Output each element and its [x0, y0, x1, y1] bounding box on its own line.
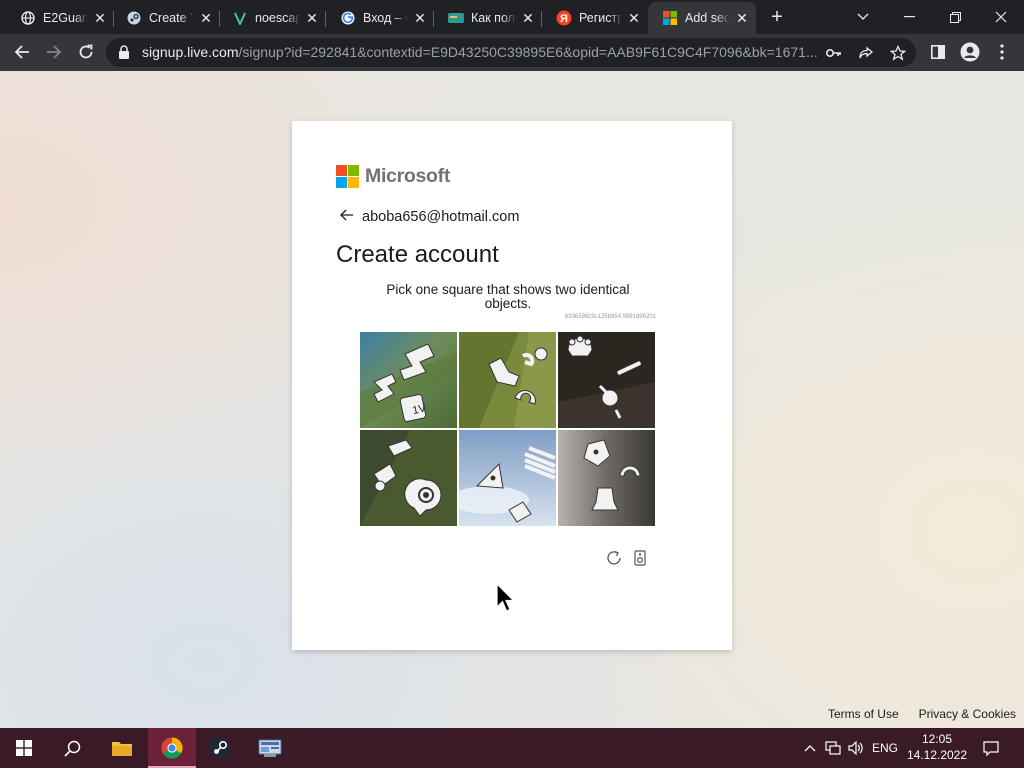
menu-kebab-icon[interactable]	[988, 38, 1016, 66]
volume-icon[interactable]	[846, 728, 866, 768]
taskbar-clock[interactable]: 12:05 14.12.2022	[902, 731, 972, 763]
tab-2[interactable]: Create Your Account ✕	[112, 2, 220, 34]
forward-button[interactable]	[40, 38, 68, 66]
v-icon	[232, 10, 248, 26]
mouse-cursor-icon	[496, 582, 516, 615]
lock-icon[interactable]	[118, 45, 132, 59]
close-tab-icon[interactable]: ✕	[304, 10, 320, 26]
url-host: signup.live.com	[142, 44, 239, 60]
tab-title: E2Guardian	[43, 11, 88, 25]
back-button[interactable]	[8, 38, 36, 66]
back-arrow-icon[interactable]	[340, 208, 354, 225]
captcha-tile-1[interactable]: 1V	[360, 332, 457, 428]
tab-1[interactable]: E2Guardian ✕	[6, 2, 114, 34]
close-tab-icon[interactable]: ✕	[734, 10, 750, 26]
app-taskbar-button[interactable]	[246, 728, 294, 768]
captcha-tile-5[interactable]	[459, 430, 556, 526]
chrome-icon	[161, 737, 183, 759]
profile-avatar-icon[interactable]	[956, 38, 984, 66]
audio-captcha-icon[interactable]	[630, 548, 650, 568]
file-explorer-button[interactable]	[98, 728, 146, 768]
terms-of-use-link[interactable]: Terms of Use	[828, 707, 899, 721]
back-to-email[interactable]: aboba656@hotmail.com	[340, 208, 519, 225]
side-panel-icon[interactable]	[924, 38, 952, 66]
captcha-tile-4[interactable]	[360, 430, 457, 526]
tab-7-active[interactable]: Add security info ✕	[648, 2, 756, 34]
start-button[interactable]	[0, 728, 48, 768]
close-tab-icon[interactable]: ✕	[626, 10, 642, 26]
captcha-prompt: Pick one square that shows two identical…	[386, 282, 630, 311]
tab-title: Регистрация	[579, 11, 622, 25]
chrome-taskbar-button[interactable]	[148, 728, 196, 768]
signup-card: Microsoft aboba656@hotmail.com Create ac…	[292, 121, 732, 650]
tab-title: noescape	[255, 11, 300, 25]
captcha-tile-3[interactable]	[558, 332, 655, 428]
close-tab-icon[interactable]: ✕	[520, 10, 536, 26]
windows-taskbar: ENG 12:05 14.12.2022	[0, 728, 1024, 768]
address-bar[interactable]: signup.live.com/signup?id=292841&context…	[106, 38, 916, 67]
tab-4[interactable]: Вход – Google ✕	[326, 2, 434, 34]
close-tab-icon[interactable]: ✕	[412, 10, 428, 26]
microsoft-wordmark: Microsoft	[365, 165, 451, 187]
captcha-puzzle: Pick one square that shows two identical…	[360, 283, 656, 526]
tab-5[interactable]: Как получить ✕	[434, 2, 542, 34]
key-icon[interactable]	[824, 43, 844, 63]
browser-toolbar: signup.live.com/signup?id=292841&context…	[0, 34, 1024, 71]
tab-3[interactable]: noescape ✕	[218, 2, 326, 34]
captcha-tile-6[interactable]	[558, 430, 655, 526]
tab-title: Create Your Account	[149, 11, 194, 25]
minimize-button[interactable]	[886, 0, 932, 34]
microsoft-icon	[662, 10, 678, 26]
bookmark-star-icon[interactable]	[888, 43, 908, 63]
restore-button[interactable]	[932, 0, 978, 34]
tray-overflow-chevron-icon[interactable]	[800, 728, 820, 768]
input-language[interactable]: ENG	[868, 728, 902, 768]
tab-6[interactable]: Я Регистрация ✕	[542, 2, 648, 34]
clock-date: 14.12.2022	[906, 748, 968, 762]
tab-title: Вход – Google	[363, 11, 408, 25]
card-icon	[448, 10, 464, 26]
tab-search-icon[interactable]	[840, 0, 886, 34]
url-text[interactable]: signup.live.com/signup?id=292841&context…	[142, 44, 818, 60]
globe-icon	[20, 10, 36, 26]
reload-button[interactable]	[72, 38, 100, 66]
folder-icon	[112, 742, 132, 756]
close-tab-icon[interactable]: ✕	[198, 10, 214, 26]
url-path: /signup?id=292841&contextid=E9D43250C398…	[238, 44, 818, 60]
page-footer: Terms of Use Privacy & Cookies	[828, 707, 1016, 721]
captcha-session-id: 6336399c9c125b954.9991896201	[564, 314, 656, 320]
page-title: Create account	[336, 241, 499, 268]
page-viewport: Microsoft aboba656@hotmail.com Create ac…	[0, 71, 1024, 728]
notifications-icon[interactable]	[980, 728, 1002, 768]
svg-text:Я: Я	[560, 13, 568, 25]
steam-icon	[126, 10, 142, 26]
windows-logo-icon	[16, 740, 32, 756]
tab-title: Как получить	[471, 11, 516, 25]
control-panel-icon	[258, 739, 282, 757]
network-icon[interactable]	[822, 728, 844, 768]
microsoft-logo: Microsoft	[336, 165, 450, 188]
search-icon	[63, 740, 80, 757]
clock-time: 12:05	[921, 732, 953, 746]
microsoft-logo-icon	[336, 165, 359, 188]
refresh-captcha-icon[interactable]	[604, 548, 624, 568]
captcha-tile-2[interactable]	[459, 332, 556, 428]
yandex-icon: Я	[556, 10, 572, 26]
steam-taskbar-button[interactable]	[196, 728, 244, 768]
new-tab-button[interactable]: +	[766, 6, 788, 28]
account-email: aboba656@hotmail.com	[362, 208, 520, 225]
search-button[interactable]	[48, 728, 96, 768]
share-icon[interactable]	[856, 43, 876, 63]
google-icon	[340, 10, 356, 26]
captcha-grid: 1V	[360, 332, 656, 526]
tab-title: Add security info	[685, 11, 730, 25]
close-window-button[interactable]	[978, 0, 1024, 34]
steam-icon	[209, 737, 231, 759]
tab-strip: E2Guardian ✕ Create Your Account ✕ noesc…	[0, 0, 1024, 34]
privacy-cookies-link[interactable]: Privacy & Cookies	[919, 707, 1016, 721]
close-tab-icon[interactable]: ✕	[92, 10, 108, 26]
